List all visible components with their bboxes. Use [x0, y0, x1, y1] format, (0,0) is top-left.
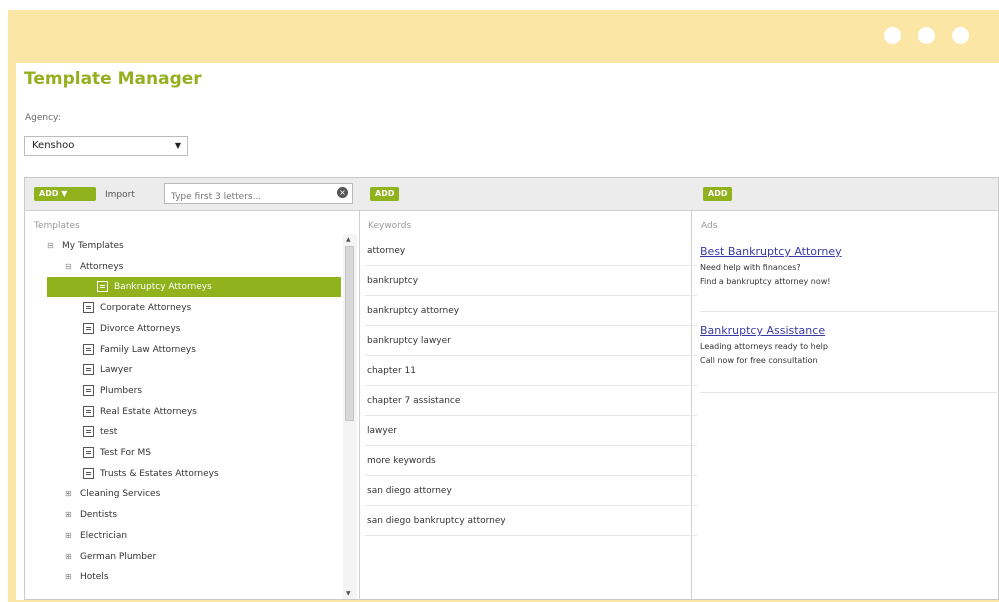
ad-headline-link[interactable]: Bankruptcy Assistance [700, 324, 999, 337]
template-doc-icon [83, 302, 94, 314]
agency-label: Agency: [25, 113, 61, 123]
ad-description-line: Leading attorneys ready to help [700, 342, 828, 351]
scrollbar-thumb[interactable] [345, 246, 354, 421]
template-panel: ADD ▼ Import × ADD ADD Templates Keyword… [24, 177, 999, 600]
scroll-up-icon[interactable]: ▲ [346, 236, 351, 243]
ad-description-line: Find a bankruptcy attorney now! [700, 277, 831, 286]
collapse-icon[interactable]: ⊟ [47, 236, 56, 256]
collapse-icon[interactable]: ⊟ [65, 257, 74, 277]
tree-template[interactable]: test [83, 422, 117, 442]
tree-item-label: Dentists [80, 510, 118, 521]
expand-icon[interactable]: ⊞ [65, 547, 74, 567]
template-doc-icon [83, 322, 94, 334]
panel-toolbar: ADD ▼ Import × ADD ADD [25, 178, 998, 211]
keyword-row[interactable]: san diego attorney [365, 476, 697, 506]
keyword-row[interactable]: san diego bankruptcy attorney [365, 506, 697, 536]
ad-item[interactable]: Bankruptcy Assistance Leading attorneys r… [700, 324, 999, 393]
tree-template[interactable]: Lawyer [83, 360, 132, 380]
import-link[interactable]: Import [105, 190, 135, 200]
tree-folder[interactable]: ⊞ Dentists [65, 505, 117, 525]
tree-item-label: Lawyer [100, 365, 133, 376]
ad-item[interactable]: Best Bankruptcy Attorney Need help with f… [700, 245, 999, 312]
column-divider [359, 210, 360, 599]
window-control-dot[interactable] [884, 27, 901, 44]
ad-description-line: Call now for free consultation [700, 356, 818, 365]
expand-icon[interactable]: ⊞ [65, 505, 74, 525]
ad-headline-link[interactable]: Best Bankruptcy Attorney [700, 245, 999, 258]
app-content: Template Manager Agency: Kenshoo ▼ ADD ▼… [16, 63, 999, 600]
tree-item-label: Test For MS [100, 448, 151, 458]
tree-scrollbar[interactable]: ▲ ▼ [343, 234, 357, 599]
template-doc-icon [83, 467, 94, 479]
tree-template[interactable]: Family Law Attorneys [83, 340, 196, 360]
template-doc-icon [83, 426, 94, 438]
tree-folder[interactable]: ⊟ Attorneys [65, 257, 123, 277]
tree-template[interactable]: Divorce Attorneys [83, 319, 180, 339]
tree-template[interactable]: Corporate Attorneys [83, 298, 191, 318]
expand-icon[interactable]: ⊞ [65, 567, 74, 587]
ad-description-line: Need help with finances? [700, 263, 801, 272]
tree-template[interactable]: Trusts & Estates Attorneys [83, 464, 219, 484]
templates-header: Templates [34, 221, 80, 231]
keyword-row[interactable]: attorney [365, 236, 697, 266]
tree-folder[interactable]: ⊞ German Plumber [65, 547, 156, 567]
add-keyword-button[interactable]: ADD [370, 187, 400, 201]
tree-template[interactable]: Plumbers [83, 381, 142, 401]
tree-item-label: Plumbers [100, 385, 143, 396]
tree-item-label: Electrician [80, 530, 128, 541]
tree-folder[interactable]: ⊞ Electrician [65, 526, 127, 546]
tree-folder[interactable]: ⊞ Hotels [65, 567, 109, 587]
tree-template[interactable]: Bankruptcy Attorneys [47, 277, 341, 298]
keyword-row[interactable]: bankruptcy [365, 266, 697, 296]
keywords-header: Keywords [368, 221, 412, 231]
tree-item-label: Attorneys [80, 261, 124, 272]
template-doc-icon [97, 281, 108, 293]
tree-item-label: Real Estate Attorneys [100, 406, 197, 417]
keyword-row[interactable]: bankruptcy lawyer [365, 326, 697, 356]
keyword-row[interactable]: more keywords [365, 446, 697, 476]
tree-item-label: Trusts & Estates Attorneys [100, 468, 219, 479]
scroll-down-icon[interactable]: ▼ [346, 590, 351, 597]
tree-item-label: Cleaning Services [80, 489, 161, 500]
tree-template[interactable]: Test For MS [83, 443, 151, 463]
window-control-dot[interactable] [918, 27, 935, 44]
ads-header: Ads [701, 221, 718, 231]
template-doc-icon [83, 447, 94, 458]
tree-template[interactable]: Real Estate Attorneys [83, 402, 197, 422]
expand-icon[interactable]: ⊞ [65, 484, 74, 504]
tree-item-label: Corporate Attorneys [100, 303, 192, 314]
template-doc-icon [83, 364, 94, 376]
page-title: Template Manager [24, 69, 202, 89]
tree-item-label: test [100, 427, 118, 438]
keyword-row[interactable]: lawyer [365, 416, 697, 446]
tree-item-label: My Templates [62, 241, 124, 251]
expand-icon[interactable]: ⊞ [65, 526, 74, 546]
window-controls [884, 27, 969, 44]
template-search[interactable]: × [164, 183, 353, 207]
add-ad-button[interactable]: ADD [703, 187, 733, 201]
tree-item-label: Hotels [80, 572, 109, 583]
tree-folder[interactable]: ⊞ Cleaning Services [65, 484, 160, 504]
keyword-row[interactable]: chapter 7 assistance [365, 386, 697, 416]
tree-item-label: Bankruptcy Attorneys [114, 282, 212, 293]
template-doc-icon [83, 384, 94, 396]
tree-item-label: Family Law Attorneys [100, 344, 196, 355]
agency-select[interactable]: Kenshoo ▼ [24, 136, 188, 156]
tree-item-label: Divorce Attorneys [100, 323, 181, 334]
agency-selected-value: Kenshoo [32, 140, 75, 151]
keyword-row[interactable]: chapter 11 [365, 356, 697, 386]
template-doc-icon [83, 405, 94, 417]
window-control-dot[interactable] [952, 27, 969, 44]
tree-folder[interactable]: ⊟ My Templates [47, 236, 124, 256]
add-template-dropdown[interactable]: ADD ▼ [34, 187, 96, 201]
keyword-row[interactable]: bankruptcy attorney [365, 296, 697, 326]
tree-item-label: German Plumber [80, 551, 157, 562]
clear-search-icon[interactable]: × [337, 187, 348, 198]
chevron-down-icon: ▼ [174, 141, 181, 150]
template-doc-icon [83, 343, 94, 355]
template-search-input[interactable] [169, 187, 333, 207]
